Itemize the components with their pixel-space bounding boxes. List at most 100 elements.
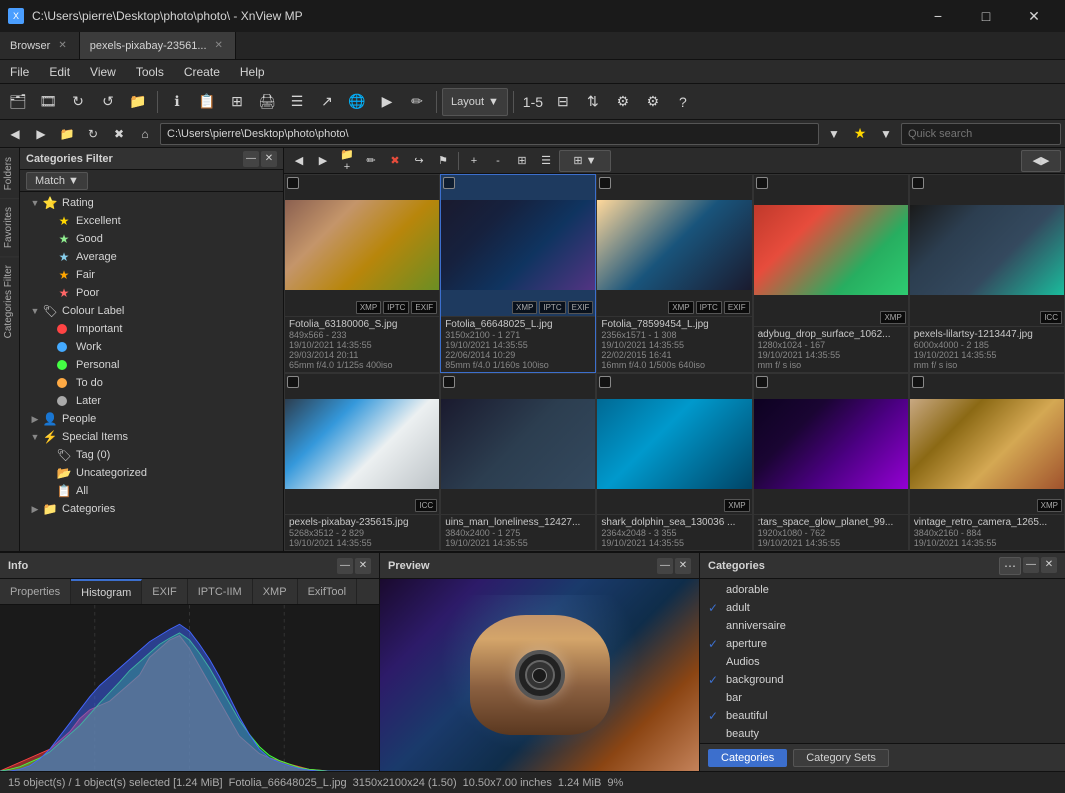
- tree-important[interactable]: Important: [20, 320, 283, 338]
- tree-poor[interactable]: ★ Poor: [20, 284, 283, 302]
- toolbar-num-btn[interactable]: 1-5: [519, 88, 547, 116]
- thumb-checkbox-1[interactable]: [443, 177, 455, 189]
- tree-todo[interactable]: To do: [20, 374, 283, 392]
- minimize-button[interactable]: −: [915, 0, 961, 32]
- ft-newfolder[interactable]: 📁+: [336, 150, 358, 172]
- info-panel-pin[interactable]: —: [337, 558, 353, 574]
- tree-rating-node[interactable]: ▼ ⭐ Rating: [20, 194, 283, 212]
- thumbnail-cell-5[interactable]: ICCpexels-pixabay-235615.jpg5268x3512 - …: [284, 373, 440, 552]
- tree-personal[interactable]: Personal: [20, 356, 283, 374]
- cat-item-8[interactable]: beauty: [700, 725, 1065, 743]
- tab-exiftool[interactable]: ExifTool: [298, 579, 358, 604]
- thumb-checkbox-0[interactable]: [287, 177, 299, 189]
- nav-back[interactable]: ◀: [4, 123, 26, 145]
- toolbar-copy-btn[interactable]: 📋: [193, 88, 221, 116]
- thumb-checkbox-6[interactable]: [443, 376, 455, 388]
- thumb-checkbox-2[interactable]: [599, 177, 611, 189]
- cat-item-3[interactable]: ✓aperture: [700, 635, 1065, 653]
- ft-rename[interactable]: ✏: [360, 150, 382, 172]
- ft-back[interactable]: ◀: [288, 150, 310, 172]
- info-panel-close[interactable]: ✕: [355, 558, 371, 574]
- cat-item-0[interactable]: adorable: [700, 581, 1065, 599]
- nav-refresh[interactable]: ↻: [82, 123, 104, 145]
- cat-item-7[interactable]: ✓beautiful: [700, 707, 1065, 725]
- menu-create[interactable]: Create: [174, 60, 230, 83]
- ft-flag[interactable]: ⚑: [432, 150, 454, 172]
- toolbar-film-btn[interactable]: 🎞: [34, 88, 62, 116]
- toolbar-multi-btn[interactable]: ⊞: [223, 88, 251, 116]
- side-tab-favorites[interactable]: Favorites: [0, 198, 19, 256]
- thumb-checkbox-4[interactable]: [912, 177, 924, 189]
- tab-photo-close[interactable]: ✕: [213, 39, 225, 52]
- thumbnail-cell-9[interactable]: XMPvintage_retro_camera_1265...3840x2160…: [909, 373, 1065, 552]
- tab-properties[interactable]: Properties: [0, 579, 71, 604]
- match-button[interactable]: Match ▼: [26, 172, 88, 190]
- tree-categories-toggle[interactable]: ▶: [28, 502, 42, 516]
- menu-file[interactable]: File: [0, 60, 39, 83]
- side-tab-folders[interactable]: Folders: [0, 148, 19, 198]
- toolbar-view-btn[interactable]: ⊟: [549, 88, 577, 116]
- tree-good[interactable]: ★ Good: [20, 230, 283, 248]
- ft-scroll-right[interactable]: ◀▶: [1021, 150, 1061, 172]
- maximize-button[interactable]: □: [963, 0, 1009, 32]
- toolbar-export-btn[interactable]: ↗: [313, 88, 341, 116]
- bookmark-dropdown[interactable]: ▼: [875, 123, 897, 145]
- panel-close-btn[interactable]: ✕: [261, 151, 277, 167]
- tab-histogram[interactable]: Histogram: [71, 579, 142, 604]
- cat-item-2[interactable]: anniversaire: [700, 617, 1065, 635]
- cat-item-4[interactable]: Audios: [700, 653, 1065, 671]
- thumbnail-cell-1[interactable]: XMPIPTCEXIFFotolia_66648025_L.jpg3150x21…: [440, 174, 596, 373]
- grid-layout-btn[interactable]: ⊞ ▼: [559, 150, 611, 172]
- thumbnail-cell-2[interactable]: XMPIPTCEXIFFotolia_78599454_L.jpg2356x15…: [596, 174, 752, 373]
- tab-iptc[interactable]: IPTC-IIM: [188, 579, 253, 604]
- tree-later[interactable]: Later: [20, 392, 283, 410]
- address-input[interactable]: [160, 123, 819, 145]
- toolbar-open-btn[interactable]: 📁: [124, 88, 152, 116]
- thumb-checkbox-7[interactable]: [599, 376, 611, 388]
- menu-edit[interactable]: Edit: [39, 60, 80, 83]
- cat-footer-categories[interactable]: Categories: [708, 749, 787, 767]
- ft-delete[interactable]: ✖: [384, 150, 406, 172]
- cat-footer-sets[interactable]: Category Sets: [793, 749, 889, 767]
- categories-close[interactable]: ✕: [1041, 557, 1057, 573]
- cat-item-5[interactable]: ✓background: [700, 671, 1065, 689]
- thumbnail-cell-7[interactable]: XMPshark_dolphin_sea_130036 ...2364x2048…: [596, 373, 752, 552]
- ft-viewmode1[interactable]: ⊞: [511, 150, 533, 172]
- layout-button[interactable]: Layout ▼: [442, 88, 508, 116]
- cat-item-6[interactable]: bar: [700, 689, 1065, 707]
- tree-categories-node[interactable]: ▶ 📁 Categories: [20, 500, 283, 518]
- categories-pin[interactable]: —: [1023, 557, 1039, 573]
- bookmark-icon[interactable]: ★: [849, 123, 871, 145]
- thumbnail-cell-3[interactable]: XMPadybug_drop_surface_1062...1280x1024 …: [753, 174, 909, 373]
- toolbar-settings-btn[interactable]: ⚙: [639, 88, 667, 116]
- ft-forward[interactable]: ▶: [312, 150, 334, 172]
- tree-colour-node[interactable]: ▼ 🏷 Colour Label: [20, 302, 283, 320]
- cat-item-1[interactable]: ✓adult: [700, 599, 1065, 617]
- thumb-checkbox-3[interactable]: [756, 177, 768, 189]
- menu-view[interactable]: View: [80, 60, 126, 83]
- categories-more-btn[interactable]: ⋯: [999, 557, 1021, 575]
- toolbar-folder-btn[interactable]: 🗂: [4, 88, 32, 116]
- toolbar-sort-btn[interactable]: ⇅: [579, 88, 607, 116]
- tree-people-node[interactable]: ▶ 👤 People: [20, 410, 283, 428]
- tree-excellent[interactable]: ★ Excellent: [20, 212, 283, 230]
- thumbnail-cell-4[interactable]: ICCpexels-lilartsy-1213447.jpg6000x4000 …: [909, 174, 1065, 373]
- toolbar-list-btn[interactable]: ☰: [283, 88, 311, 116]
- nav-stop[interactable]: ✖: [108, 123, 130, 145]
- toolbar-refresh1-btn[interactable]: ↻: [64, 88, 92, 116]
- tree-tag0[interactable]: 🏷 Tag (0): [20, 446, 283, 464]
- tree-rating-toggle[interactable]: ▼: [28, 196, 42, 210]
- close-button[interactable]: ✕: [1011, 0, 1057, 32]
- toolbar-filter-btn[interactable]: ⚙: [609, 88, 637, 116]
- tree-colour-toggle[interactable]: ▼: [28, 304, 42, 318]
- ft-viewmode2[interactable]: ☰: [535, 150, 557, 172]
- tab-xmp[interactable]: XMP: [253, 579, 298, 604]
- thumbnail-cell-6[interactable]: uins_man_loneliness_12427...3840x2400 - …: [440, 373, 596, 552]
- thumb-checkbox-9[interactable]: [912, 376, 924, 388]
- tree-uncategorized[interactable]: 📂 Uncategorized: [20, 464, 283, 482]
- thumb-checkbox-8[interactable]: [756, 376, 768, 388]
- thumbnail-cell-8[interactable]: :tars_space_glow_planet_99...1920x1080 -…: [753, 373, 909, 552]
- ft-move[interactable]: ↪: [408, 150, 430, 172]
- ft-zoom-in[interactable]: +: [463, 150, 485, 172]
- nav-dropdown[interactable]: ▼: [823, 123, 845, 145]
